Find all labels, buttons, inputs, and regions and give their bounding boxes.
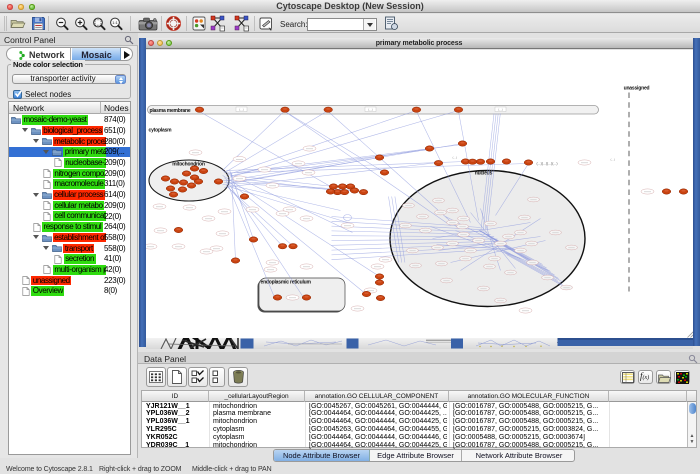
- svg-text:(...): (...): [610, 157, 615, 161]
- svg-text:(...): (...): [452, 155, 457, 159]
- svg-text:plasma membrane: plasma membrane: [149, 108, 190, 114]
- svg-text:nucleus: nucleus: [474, 170, 492, 176]
- svg-text:(...): (...): [239, 107, 244, 111]
- svg-text:cytoplasm: cytoplasm: [148, 127, 172, 133]
- svg-text:1:1: 1:1: [112, 20, 118, 25]
- svg-text:(...)(...)(...)(...): (...)(...)(...)(...): [536, 161, 557, 165]
- svg-text:(...): (...): [368, 107, 373, 111]
- svg-text:(...): (...): [498, 107, 503, 111]
- svg-text:mitochondrion: mitochondrion: [172, 161, 205, 167]
- svg-text:unassigned: unassigned: [623, 85, 649, 91]
